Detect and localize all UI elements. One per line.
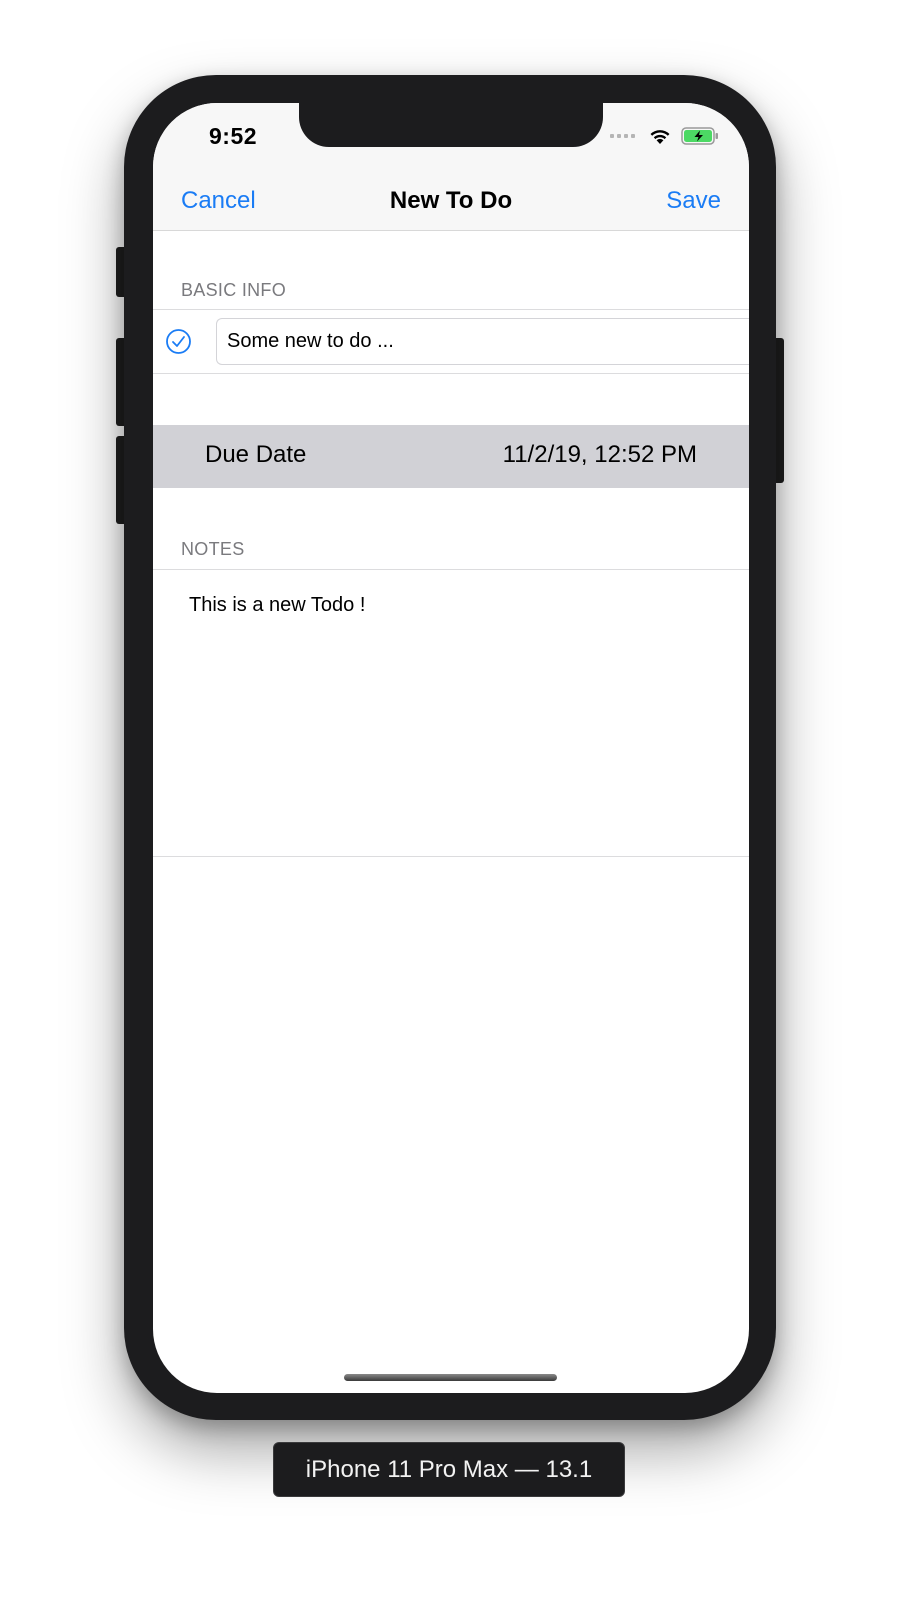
cancel-button[interactable]: Cancel xyxy=(181,187,256,215)
todo-title-input[interactable] xyxy=(216,318,749,365)
due-date-row[interactable]: Due Date 11/2/19, 12:52 PM xyxy=(153,425,749,488)
basic-info-row xyxy=(153,310,749,373)
wifi-icon xyxy=(650,129,670,144)
device-label: iPhone 11 Pro Max — 13.1 xyxy=(273,1442,625,1497)
save-button[interactable]: Save xyxy=(666,187,721,215)
due-date-value: 11/2/19, 12:52 PM xyxy=(502,441,697,468)
divider xyxy=(153,856,749,857)
section-header-notes: NOTES xyxy=(181,539,245,559)
simulator-stage: 9:52 Cancel New To Do Save BASIC INFO So… xyxy=(0,0,922,1606)
iphone-frame: 9:52 Cancel New To Do Save BASIC INFO So… xyxy=(124,75,776,1420)
checkmark-circle-icon[interactable] xyxy=(165,328,192,355)
due-date-label: Due Date xyxy=(205,441,307,468)
battery-charging-icon xyxy=(681,127,718,145)
notes-textarea[interactable]: This is a new Todo ! xyxy=(153,570,749,856)
status-icons xyxy=(610,127,719,145)
status-time: 9:52 xyxy=(209,123,258,149)
navigation-bar: Cancel New To Do Save xyxy=(153,183,749,231)
home-indicator[interactable] xyxy=(344,1374,557,1381)
section-header-basic-info: BASIC INFO xyxy=(181,280,287,300)
cellular-dots-icon xyxy=(610,134,635,138)
divider xyxy=(153,373,749,374)
phone-screen: 9:52 Cancel New To Do Save BASIC INFO So… xyxy=(153,103,749,1393)
notch xyxy=(299,103,603,147)
